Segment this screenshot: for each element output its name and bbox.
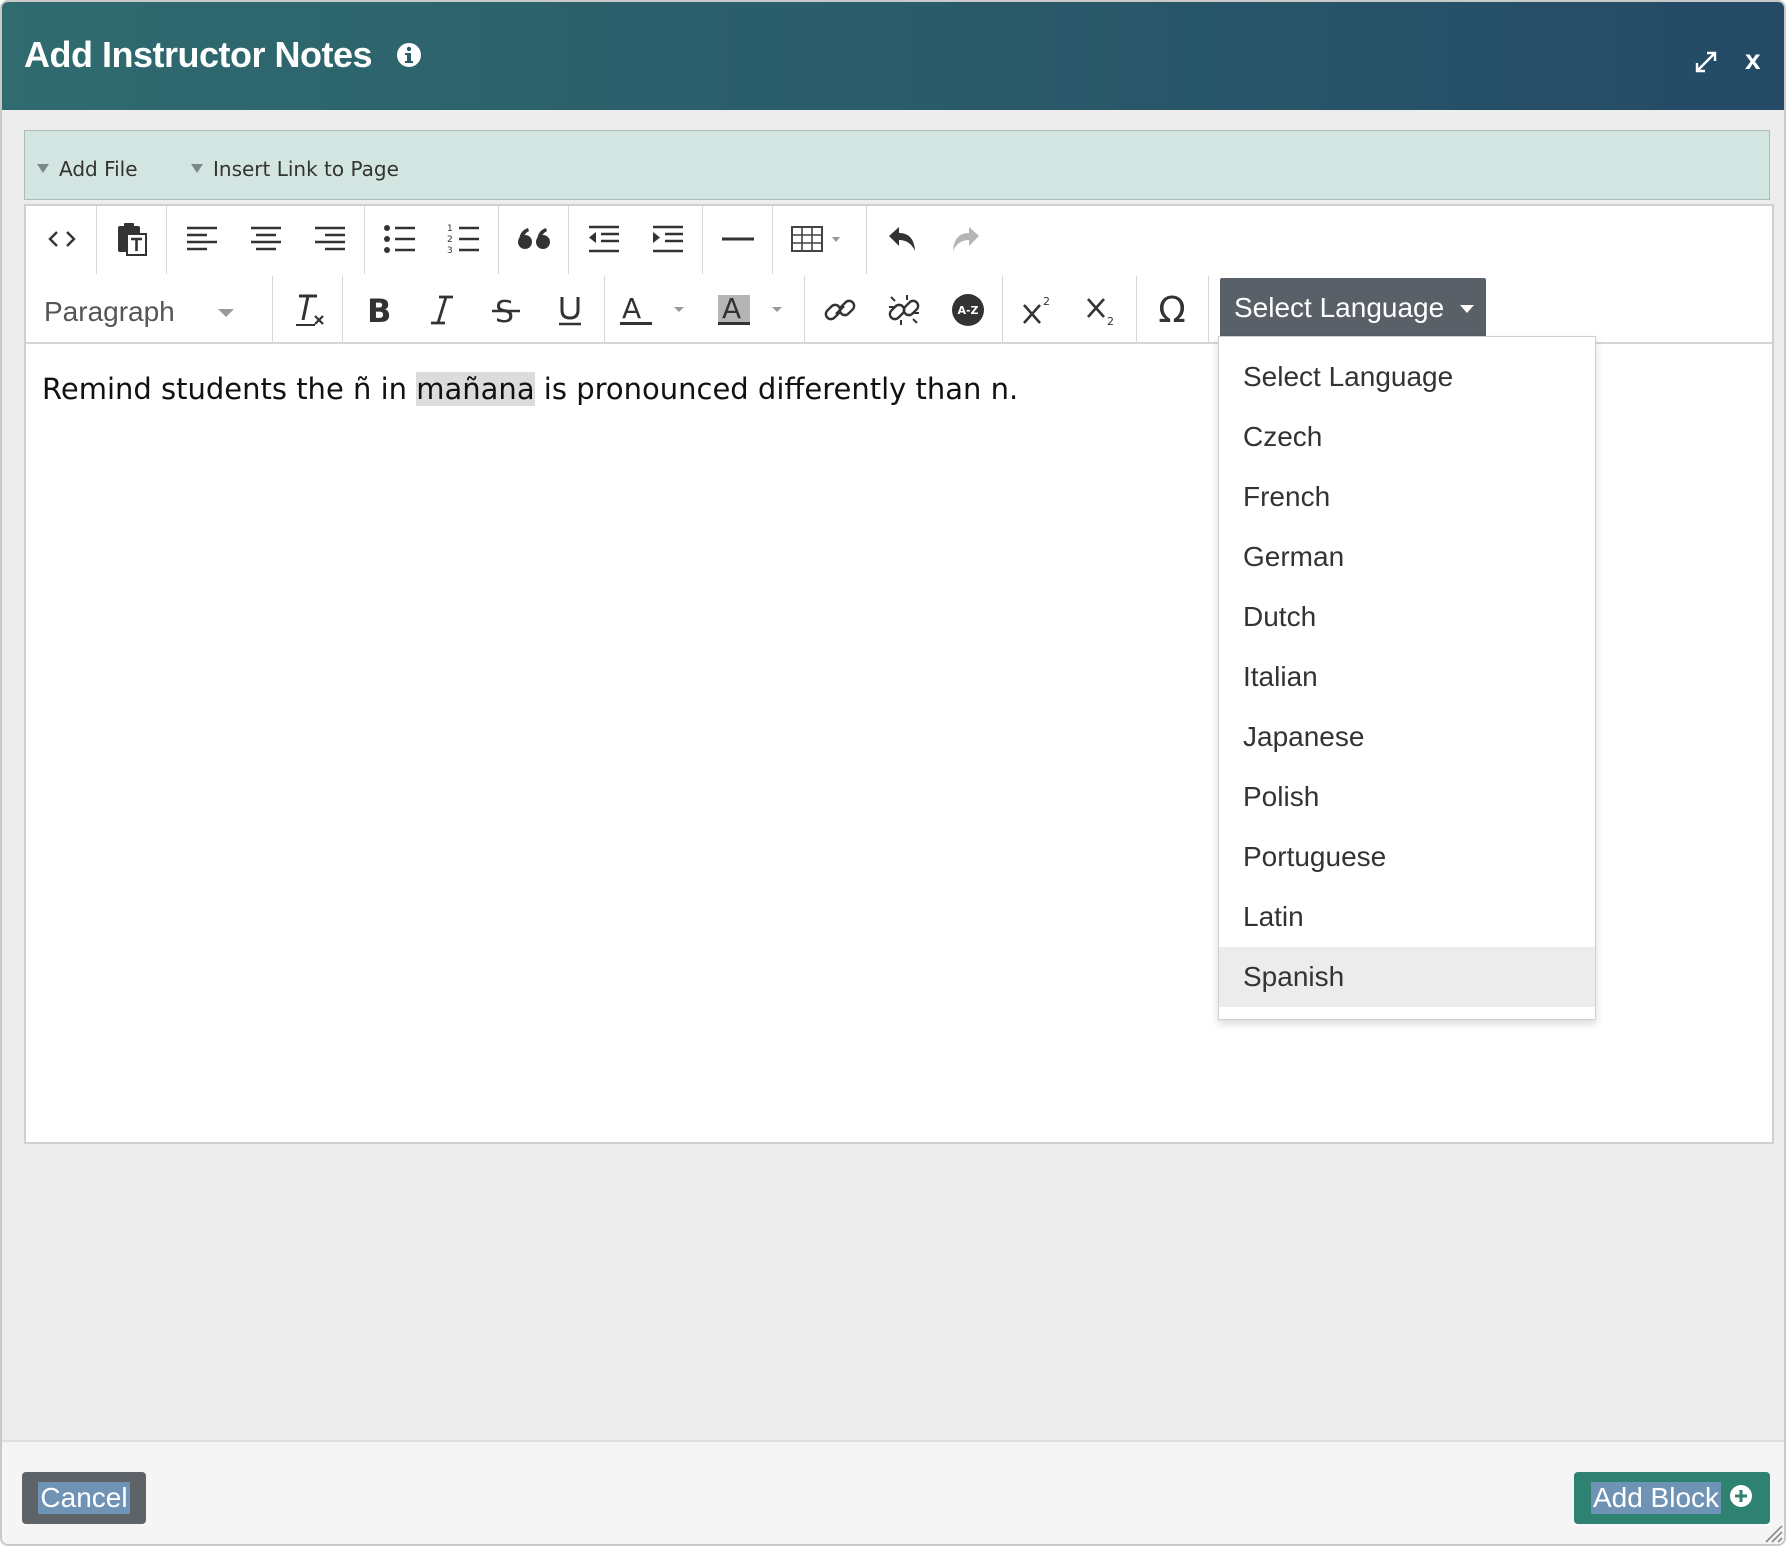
dialog-header: Add Instructor Notes x xyxy=(2,2,1784,110)
dialog-title: Add Instructor Notes xyxy=(24,34,373,75)
paragraph-format-select[interactable]: Paragraph xyxy=(44,284,234,340)
svg-text:A: A xyxy=(722,293,741,325)
language-option-portuguese[interactable]: Portuguese xyxy=(1219,827,1595,887)
horizontal-rule-icon[interactable] xyxy=(710,211,766,267)
language-option-german[interactable]: German xyxy=(1219,527,1595,587)
superscript-icon[interactable]: 2 xyxy=(1010,282,1066,338)
bulleted-list-icon[interactable] xyxy=(372,211,428,267)
italic-icon[interactable] xyxy=(414,282,470,338)
glossary-az-icon[interactable]: A-Z xyxy=(940,282,996,338)
toolbar-separator xyxy=(1002,276,1003,344)
add-file-button[interactable]: Add File xyxy=(37,157,138,181)
toolbar-separator xyxy=(1136,276,1137,344)
toolbar-separator xyxy=(1208,276,1209,344)
indent-icon[interactable] xyxy=(640,211,696,267)
language-option-dutch[interactable]: Dutch xyxy=(1219,587,1595,647)
toolbar-separator xyxy=(166,206,167,274)
glossary-badge-label: A-Z xyxy=(957,304,978,317)
add-block-button[interactable]: Add Block xyxy=(1574,1472,1770,1524)
content-text: Remind students the ñ in xyxy=(42,372,417,406)
toolbar-separator xyxy=(96,206,97,274)
editor-toolbar: 123 Paragraph B S A A A-Z 2 2 Ω Select L… xyxy=(26,206,1772,344)
undo-icon[interactable] xyxy=(874,211,930,267)
underline-icon[interactable] xyxy=(542,282,598,338)
language-option-spanish[interactable]: Spanish xyxy=(1219,947,1595,1007)
svg-text:2: 2 xyxy=(1107,315,1114,327)
unlink-icon[interactable] xyxy=(876,282,932,338)
insert-bar: Add File Insert Link to Page xyxy=(24,130,1770,200)
selected-text: mañana xyxy=(416,372,535,406)
close-button[interactable]: x xyxy=(1745,44,1761,76)
svg-text:B: B xyxy=(367,294,391,326)
source-code-icon[interactable] xyxy=(34,211,90,267)
svg-text:2: 2 xyxy=(447,235,453,245)
cancel-label: Cancel xyxy=(38,1482,130,1514)
toolbar-separator xyxy=(772,206,773,274)
toolbar-separator xyxy=(272,276,273,344)
numbered-list-icon[interactable]: 123 xyxy=(436,211,492,267)
align-right-icon[interactable] xyxy=(302,211,358,267)
caret-down-icon xyxy=(1460,305,1474,313)
clear-formatting-icon[interactable] xyxy=(282,282,338,338)
toolbar-separator xyxy=(364,206,365,274)
toolbar-separator xyxy=(498,206,499,274)
toolbar-separator xyxy=(866,206,867,274)
caret-down-icon xyxy=(191,164,203,173)
outdent-icon[interactable] xyxy=(576,211,632,267)
toolbar-separator xyxy=(804,276,805,344)
svg-text:Ω: Ω xyxy=(1158,292,1186,328)
strikethrough-icon[interactable]: S xyxy=(478,282,534,338)
editor-content[interactable]: Remind students the ñ in mañana is prono… xyxy=(42,372,1018,406)
language-menu: Select Language Czech French German Dutc… xyxy=(1218,336,1596,1020)
language-option-latin[interactable]: Latin xyxy=(1219,887,1595,947)
svg-text:1: 1 xyxy=(447,224,453,234)
subscript-icon[interactable]: 2 xyxy=(1074,282,1130,338)
language-option-italian[interactable]: Italian xyxy=(1219,647,1595,707)
special-character-icon[interactable]: Ω xyxy=(1144,282,1200,338)
blockquote-icon[interactable] xyxy=(506,211,562,267)
chevron-down-icon xyxy=(218,309,234,317)
background-color-icon[interactable]: A xyxy=(710,282,794,338)
select-language-button[interactable]: Select Language xyxy=(1220,278,1486,338)
toolbar-separator xyxy=(568,206,569,274)
info-icon[interactable] xyxy=(396,42,422,68)
redo-icon[interactable] xyxy=(938,211,994,267)
text-color-icon[interactable]: A xyxy=(612,282,696,338)
paragraph-format-label: Paragraph xyxy=(44,296,175,327)
language-option-czech[interactable]: Czech xyxy=(1219,407,1595,467)
add-file-label: Add File xyxy=(59,157,138,181)
svg-text:2: 2 xyxy=(1043,295,1050,308)
caret-down-icon xyxy=(37,164,49,173)
content-text: is pronounced differently than n. xyxy=(534,372,1019,406)
resize-grip-icon[interactable] xyxy=(1762,1522,1784,1544)
align-left-icon[interactable] xyxy=(174,211,230,267)
insert-link-button[interactable]: Insert Link to Page xyxy=(191,157,399,181)
language-option-select-language[interactable]: Select Language xyxy=(1219,347,1595,407)
svg-text:A: A xyxy=(622,293,641,325)
language-option-japanese[interactable]: Japanese xyxy=(1219,707,1595,767)
instructor-notes-dialog: Add Instructor Notes x Add File Insert L… xyxy=(0,0,1786,1546)
align-center-icon[interactable] xyxy=(238,211,294,267)
toolbar-separator xyxy=(702,206,703,274)
plus-circle-icon xyxy=(1729,1484,1753,1513)
cancel-button[interactable]: Cancel xyxy=(22,1472,146,1524)
toolbar-separator xyxy=(604,276,605,344)
add-block-label: Add Block xyxy=(1590,1482,1722,1514)
paste-text-icon[interactable] xyxy=(104,211,160,267)
svg-text:3: 3 xyxy=(447,246,453,256)
link-icon[interactable] xyxy=(812,282,868,338)
select-language-label: Select Language xyxy=(1234,292,1445,323)
expand-icon[interactable] xyxy=(1692,48,1720,76)
language-option-polish[interactable]: Polish xyxy=(1219,767,1595,827)
insert-link-label: Insert Link to Page xyxy=(213,157,399,181)
toolbar-separator xyxy=(342,276,343,344)
dialog-footer: Cancel Add Block xyxy=(2,1440,1784,1544)
bold-icon[interactable]: B xyxy=(350,282,406,338)
table-icon[interactable] xyxy=(784,211,856,267)
language-option-french[interactable]: French xyxy=(1219,467,1595,527)
